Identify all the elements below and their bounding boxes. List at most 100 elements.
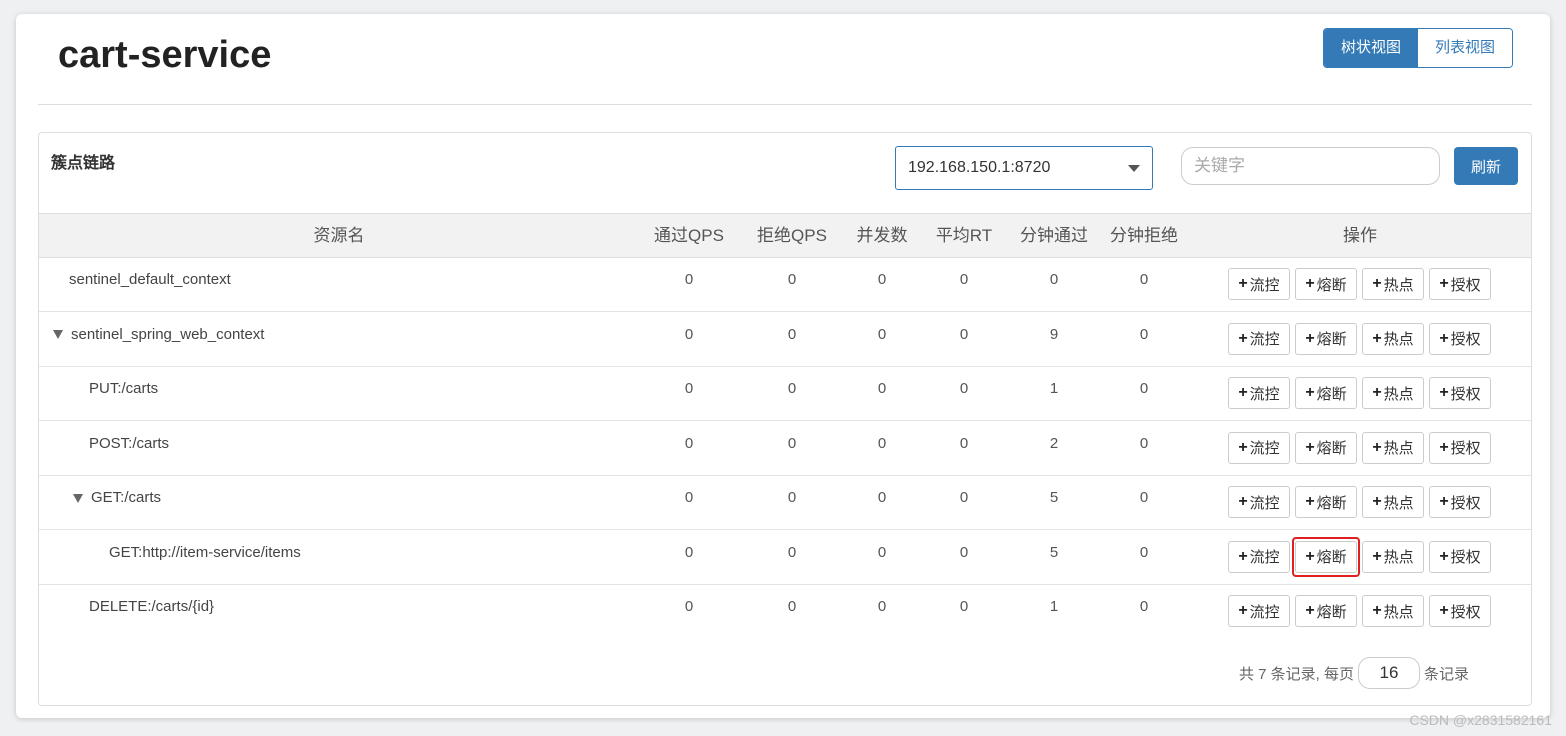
column-header-block-qps: 拒绝QPS (757, 226, 827, 245)
plus-icon: + (1238, 493, 1248, 510)
flow-control-button[interactable]: + 流控 (1228, 595, 1290, 627)
page-size-input[interactable] (1358, 657, 1421, 689)
row-operations: + 流控 + 熔断 + 热点 + 授权 (1228, 377, 1491, 409)
pass-qps-cell: 0 (684, 325, 694, 343)
hotspot-button[interactable]: + 热点 (1362, 540, 1424, 573)
block-qps-cell: 0 (787, 543, 797, 561)
plus-icon: + (1305, 329, 1315, 347)
hotspot-button[interactable]: + 热点 (1362, 595, 1424, 627)
operation-label: 熔断 (1316, 385, 1347, 403)
resource-name-cell: GET:/carts (73, 488, 161, 508)
avg-rt-cell: 0 (959, 543, 969, 561)
operation-label: 流控 (1249, 494, 1280, 512)
authority-button[interactable]: + 授权 (1429, 540, 1491, 573)
authority-button[interactable]: + 授权 (1429, 322, 1491, 355)
operation-label: 熔断 (1316, 331, 1347, 348)
flow-control-button[interactable]: + 流控 (1228, 431, 1290, 464)
row-operations: + 流控 + 熔断 + 热点 + 授权 (1228, 595, 1491, 627)
concurrency-cell: 0 (877, 271, 887, 288)
block-qps-cell: 0 (787, 434, 797, 452)
hotspot-button[interactable]: + 热点 (1362, 322, 1424, 355)
plus-icon: + (1439, 438, 1449, 456)
hotspot-button[interactable]: + 热点 (1362, 431, 1424, 464)
plus-icon: + (1439, 275, 1449, 292)
resource-name: GET:/carts (91, 489, 162, 506)
table-header: 资源名 通过QPS 拒绝QPS 并发数 平均RT 分钟通过 分钟拒绝 操作 (39, 213, 1531, 258)
circuit-breaker-button[interactable]: + 熔断 (1295, 377, 1357, 409)
table-row: sentinel_default_context 0 0 0 0 0 0 + 流控 + 熔断 + 热点 +… (39, 258, 1531, 312)
plus-icon: + (1372, 493, 1382, 510)
circuit-breaker-button[interactable]: + 熔断 (1292, 536, 1360, 577)
pagination-summary: 共 7 条记录, 每页 (1239, 665, 1355, 683)
circuit-breaker-button[interactable]: + 熔断 (1295, 595, 1357, 627)
circuit-breaker-button[interactable]: + 熔断 (1295, 322, 1357, 355)
flow-control-button[interactable]: + 流控 (1228, 377, 1290, 409)
column-header-concurrency: 并发数 (856, 226, 908, 245)
operation-label: 授权 (1450, 331, 1481, 348)
operation-label: 热点 (1383, 331, 1414, 348)
hotspot-button[interactable]: + 热点 (1362, 377, 1424, 409)
plus-icon: + (1305, 275, 1315, 292)
expand-toggle-icon[interactable] (53, 330, 63, 340)
column-header-minute-pass: 分钟通过 (1020, 226, 1088, 245)
authority-button[interactable]: + 授权 (1429, 268, 1491, 300)
machine-select[interactable]: 192.168.150.1:8720 (895, 146, 1153, 190)
flow-control-button[interactable]: + 流控 (1228, 540, 1290, 573)
hotspot-button[interactable]: + 热点 (1362, 268, 1424, 300)
expand-toggle-icon[interactable] (73, 493, 83, 503)
tree-view-button[interactable]: 树状视图 (1324, 29, 1418, 67)
operation-label: 授权 (1450, 603, 1481, 621)
resource-name: POST:/carts (89, 434, 170, 452)
table-row: PUT:/carts 0 0 0 0 1 0 + 流控 + 熔断 + 热点 + 授权 (39, 367, 1531, 421)
plus-icon: + (1238, 602, 1248, 619)
flow-control-button[interactable]: + 流控 (1228, 322, 1290, 355)
authority-button[interactable]: + 授权 (1429, 486, 1491, 518)
resource-name-cell: sentinel_spring_web_context (53, 325, 264, 345)
resource-name: GET:http://item-service/items (109, 543, 301, 561)
operation-label: 授权 (1450, 549, 1481, 566)
flow-control-button[interactable]: + 流控 (1228, 486, 1290, 518)
operation-label: 授权 (1450, 385, 1481, 403)
plus-icon: + (1439, 602, 1449, 619)
resource-name-cell: sentinel_default_context (69, 270, 231, 290)
row-operations: + 流控 + 熔断 + 热点 + 授权 (1228, 431, 1491, 464)
pass-qps-cell: 0 (684, 598, 694, 615)
authority-button[interactable]: + 授权 (1429, 377, 1491, 409)
plus-icon: + (1439, 547, 1449, 565)
authority-button[interactable]: + 授权 (1429, 595, 1491, 627)
column-header-minute-block: 分钟拒绝 (1110, 226, 1178, 245)
operation-label: 流控 (1249, 549, 1280, 566)
pass-qps-cell: 0 (684, 271, 694, 288)
pagination-suffix: 条记录 (1424, 665, 1470, 683)
avg-rt-cell: 0 (959, 489, 969, 506)
refresh-button[interactable]: 刷新 (1454, 147, 1518, 185)
minute-block-cell: 0 (1139, 434, 1149, 452)
resource-name-cell: DELETE:/carts/{id} (89, 597, 214, 617)
plus-icon: + (1238, 329, 1248, 347)
keyword-search-input[interactable] (1181, 147, 1440, 185)
circuit-breaker-button[interactable]: + 熔断 (1295, 486, 1357, 518)
circuit-breaker-button[interactable]: + 熔断 (1295, 268, 1357, 300)
operation-label: 熔断 (1316, 494, 1347, 512)
operation-label: 流控 (1249, 331, 1280, 348)
operation-label: 授权 (1450, 276, 1481, 294)
plus-icon: + (1372, 602, 1382, 619)
list-view-button[interactable]: 列表视图 (1418, 29, 1512, 67)
resource-name: sentinel_default_context (69, 271, 231, 288)
operation-label: 熔断 (1316, 603, 1347, 621)
column-header-resource: 资源名 (313, 226, 365, 245)
pass-qps-cell: 0 (684, 380, 694, 397)
circuit-breaker-button[interactable]: + 熔断 (1295, 431, 1357, 464)
table-row: sentinel_spring_web_context 0 0 0 0 9 0 + 流控 + 熔断 +… (39, 313, 1531, 367)
authority-button[interactable]: + 授权 (1429, 431, 1491, 464)
operation-label: 热点 (1383, 385, 1414, 403)
operation-label: 热点 (1383, 549, 1414, 566)
flow-control-button[interactable]: + 流控 (1228, 268, 1290, 300)
view-toggle: 树状视图 列表视图 (1323, 28, 1513, 68)
concurrency-cell: 0 (877, 543, 887, 561)
block-qps-cell: 0 (787, 325, 797, 343)
concurrency-cell: 0 (877, 325, 887, 343)
operation-label: 流控 (1249, 385, 1280, 403)
plus-icon: + (1238, 384, 1248, 401)
hotspot-button[interactable]: + 热点 (1362, 486, 1424, 518)
